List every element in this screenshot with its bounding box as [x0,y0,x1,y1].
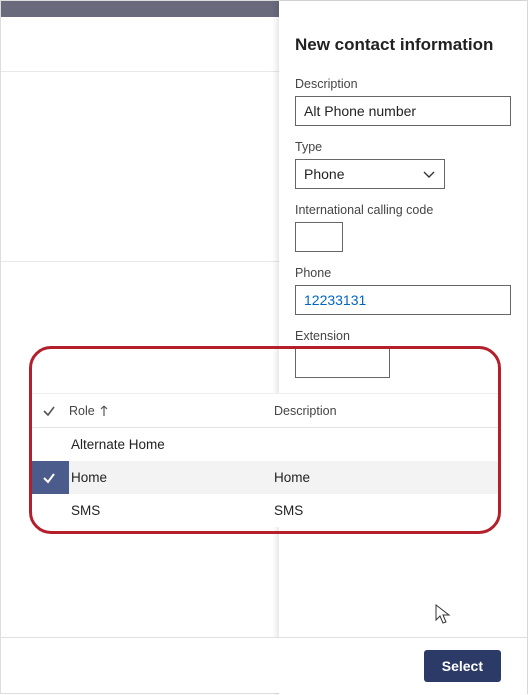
extension-label: Extension [295,329,511,343]
row-role: Alternate Home [69,437,274,452]
dropdown-row[interactable]: SMS SMS [29,494,501,527]
extension-input[interactable] [295,348,390,378]
check-icon [29,461,69,494]
chevron-down-icon [422,169,436,179]
description-label: Description [295,77,511,91]
sort-ascending-icon [99,405,109,417]
type-value: Phone [304,166,344,182]
header-check-col[interactable] [29,404,69,418]
panel-title: New contact information [295,35,511,55]
dropdown-header: Role Description [29,394,501,428]
dropdown-row[interactable]: Home Home [29,461,501,494]
header-description[interactable]: Description [274,404,501,418]
divider [1,71,281,72]
phone-label: Phone [295,266,511,280]
dropdown-row[interactable]: Alternate Home [29,428,501,461]
description-input[interactable] [295,96,511,126]
footer: Select [1,637,527,693]
new-contact-panel: New contact information Description Type… [279,1,527,695]
window-top-bar [1,1,281,17]
type-select[interactable]: Phone [295,159,445,189]
purpose-dropdown: Role Description Alternate Home Home Hom… [29,393,501,527]
select-button[interactable]: Select [424,650,501,682]
intl-code-label: International calling code [295,203,511,217]
divider [1,261,281,262]
header-role[interactable]: Role [69,404,274,418]
row-description: Home [274,470,501,485]
row-role: SMS [69,503,274,518]
type-label: Type [295,140,511,154]
intl-code-input[interactable] [295,222,343,252]
row-role: Home [69,470,274,485]
row-description: SMS [274,503,501,518]
phone-input[interactable] [295,285,511,315]
